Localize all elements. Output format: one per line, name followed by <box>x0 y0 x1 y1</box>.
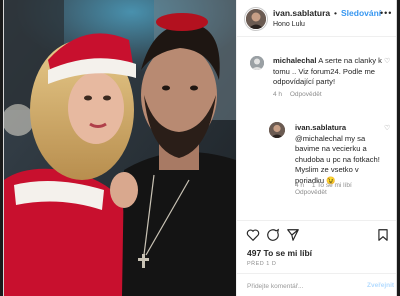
comment-meta: 4 h Odpovědět <box>273 91 328 98</box>
comment-body: @michalechal my sa bavime na vecierku a … <box>295 133 380 185</box>
comment-input[interactable] <box>247 280 359 292</box>
commenter-avatar[interactable] <box>250 56 264 70</box>
post-header: ivan.sablatura • Sledování Hono Lulu ••• <box>237 0 396 37</box>
commenter-avatar[interactable] <box>269 122 285 138</box>
instagram-post-window: ivan.sablatura • Sledování Hono Lulu •••… <box>4 0 396 296</box>
location-link[interactable]: Hono Lulu <box>273 21 305 28</box>
reply-button[interactable]: Odpovědět <box>290 91 322 98</box>
comment-icon[interactable] <box>266 228 280 242</box>
comment-likes[interactable]: 1 To se mi líbí <box>312 182 352 189</box>
post-actions: 497 To se mi líbí PŘED 1 D Zveřejnit <box>237 220 396 296</box>
heart-icon[interactable] <box>246 228 260 242</box>
bookmark-icon[interactable] <box>376 228 390 242</box>
post-date: PŘED 1 D <box>247 261 277 267</box>
post-photo[interactable] <box>4 0 236 296</box>
comment-like-icon[interactable]: ♡ <box>384 57 390 65</box>
author-username[interactable]: ivan.sablatura <box>273 8 330 18</box>
comment-text: michalechal A serte na clanky k tomu .. … <box>273 56 385 88</box>
comment-time: 4 h <box>295 182 305 189</box>
avatar-image <box>269 122 285 138</box>
reply-button[interactable]: Odpovědět <box>295 189 327 196</box>
comment-username[interactable]: michalechal <box>273 56 316 65</box>
author-avatar[interactable] <box>246 9 266 29</box>
comment-username[interactable]: ivan.sablatura <box>295 123 346 132</box>
separator-dot: • <box>334 8 337 18</box>
comment-meta: 4 h 1 To se mi líbí Odpovědět <box>295 182 358 196</box>
comment-like-icon[interactable]: ♡ <box>384 124 390 132</box>
add-comment-row: Zveřejnit <box>237 273 396 296</box>
comment-text: ivan.sablatura @michalechal my sa bavime… <box>295 123 387 186</box>
post-comment-button[interactable]: Zveřejnit <box>367 282 394 289</box>
likes-count[interactable]: 497 To se mi líbí <box>247 248 312 258</box>
follow-button[interactable]: Sledování <box>341 8 381 18</box>
avatar-image <box>250 56 264 70</box>
comment-time: 4 h <box>273 91 283 98</box>
share-icon[interactable] <box>286 228 300 242</box>
post-sidebar: ivan.sablatura • Sledování Hono Lulu •••… <box>236 0 396 296</box>
more-options-button[interactable]: ••• <box>380 8 392 18</box>
avatar-image <box>246 9 266 29</box>
post-photo-image <box>4 0 236 296</box>
